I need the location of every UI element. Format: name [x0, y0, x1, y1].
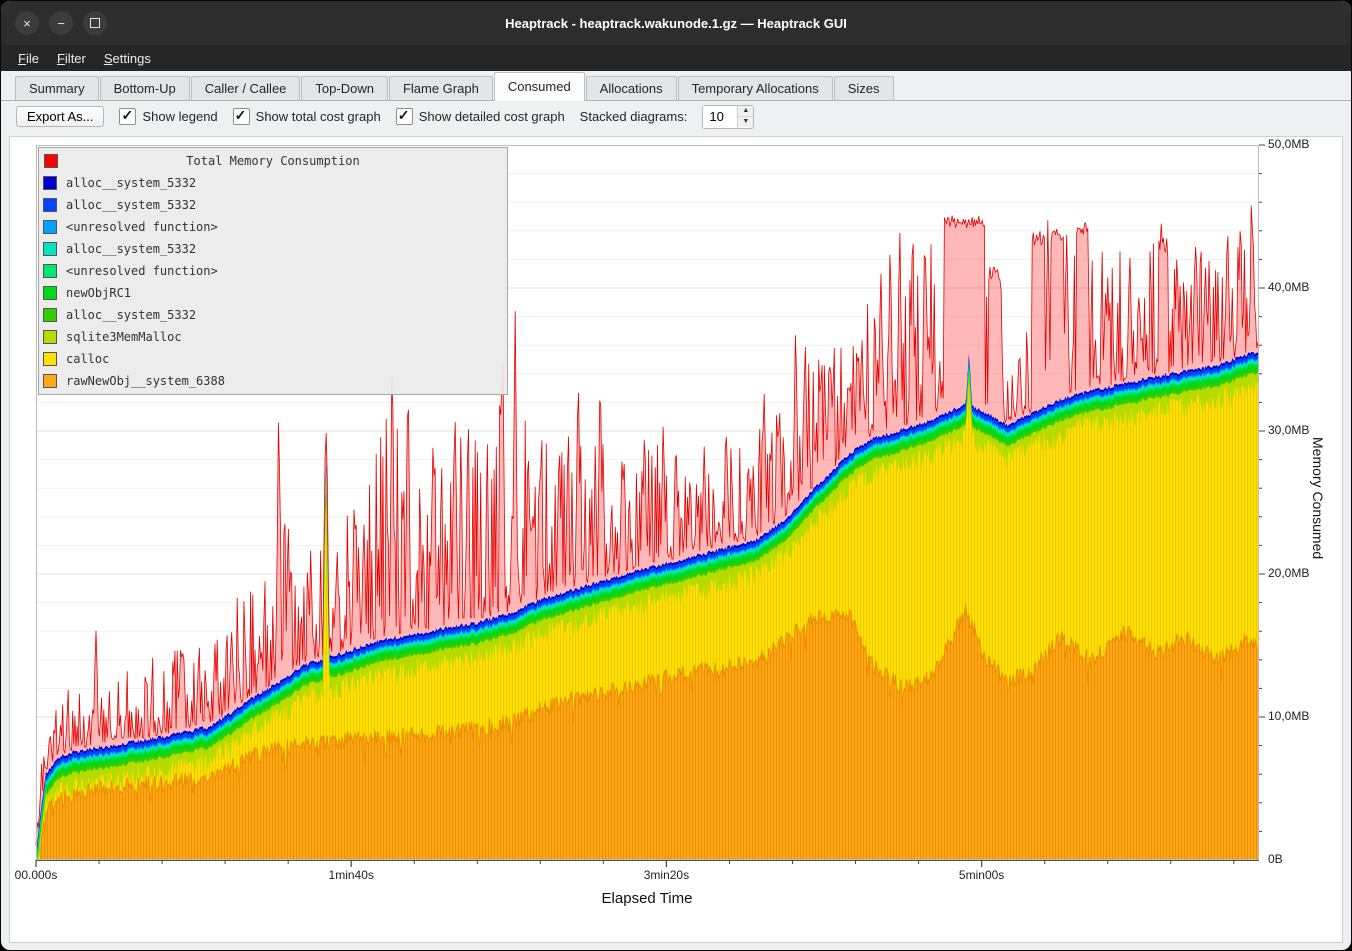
show-legend-label: Show legend: [142, 109, 217, 124]
export-as-button[interactable]: Export As...: [16, 106, 104, 127]
legend-swatch: [43, 330, 57, 344]
legend-item-label: alloc__system_5332: [66, 176, 196, 190]
legend-swatch: [43, 308, 57, 322]
legend-swatch: [43, 176, 57, 190]
checkbox-show-detailed-cost-graph[interactable]: Show detailed cost graph: [396, 108, 565, 125]
spin-down-icon[interactable]: ▼: [738, 117, 753, 127]
show-total-cost-checkbox-icon[interactable]: [233, 108, 250, 125]
legend-item: rawNewObj__system_6388: [43, 370, 503, 392]
menu-settings[interactable]: Settings: [95, 48, 160, 69]
y-axis-title: Memory Consumed: [1310, 437, 1326, 559]
menu-file[interactable]: File: [9, 48, 48, 69]
show-detailed-cost-checkbox-icon[interactable]: [396, 108, 413, 125]
legend-item-label: rawNewObj__system_6388: [66, 374, 225, 388]
legend-swatch: [43, 264, 57, 278]
legend-item: alloc__system_5332: [43, 238, 503, 260]
y-tick-label: 0B: [1268, 852, 1283, 866]
tab-summary[interactable]: Summary: [15, 76, 99, 100]
minimize-button[interactable]: −: [49, 11, 73, 35]
legend-swatch: [43, 286, 57, 300]
legend-item-label: alloc__system_5332: [66, 198, 196, 212]
legend-item-label: alloc__system_5332: [66, 242, 196, 256]
x-tick-label: 00.000s: [15, 868, 58, 882]
legend-swatch: [43, 198, 57, 212]
legend-item: alloc__system_5332: [43, 194, 503, 216]
tab-flame-graph[interactable]: Flame Graph: [389, 76, 493, 100]
legend-item-label: <unresolved function>: [66, 264, 218, 278]
legend-item: alloc__system_5332: [43, 172, 503, 194]
legend-swatch: [43, 242, 57, 256]
close-button[interactable]: ×: [15, 11, 39, 35]
tab-temporary-allocations[interactable]: Temporary Allocations: [678, 76, 833, 100]
maximize-icon: [90, 18, 100, 28]
legend-total-swatch: [44, 154, 58, 168]
legend-item-label: newObjRC1: [66, 286, 131, 300]
tab-consumed[interactable]: Consumed: [494, 72, 585, 101]
legend-item: alloc__system_5332: [43, 304, 503, 326]
legend-swatch: [43, 352, 57, 366]
titlebar: × − Heaptrack - heaptrack.wakunode.1.gz …: [1, 1, 1351, 45]
menubar: File Filter Settings: [1, 45, 1351, 71]
checkbox-show-legend[interactable]: Show legend: [119, 108, 217, 125]
x-tick-label: 1min40s: [329, 868, 374, 882]
legend-rows: alloc__system_5332 alloc__system_5332 <unr…: [43, 172, 503, 392]
tab-caller-callee[interactable]: Caller / Callee: [191, 76, 301, 100]
chart-container: Total Memory Consumption alloc__system_5…: [9, 136, 1343, 943]
x-tick-label: 5min00s: [959, 868, 1004, 882]
y-tick-label: 30,0MB: [1268, 423, 1309, 437]
tab-bottom-up[interactable]: Bottom-Up: [100, 76, 190, 100]
tabbar: Summary Bottom-Up Caller / Callee Top-Do…: [1, 71, 1351, 101]
legend-item-label: sqlite3MemMalloc: [66, 330, 182, 344]
legend-item-label: alloc__system_5332: [66, 308, 196, 322]
chart-page: Total Memory Consumption alloc__system_5…: [1, 132, 1351, 951]
legend-item: <unresolved function>: [43, 260, 503, 282]
y-tick-label: 50,0MB: [1268, 137, 1309, 151]
x-axis-title: Elapsed Time: [602, 890, 693, 907]
maximize-button[interactable]: [83, 11, 107, 35]
minimize-icon: −: [57, 16, 65, 31]
window-title: Heaptrack - heaptrack.wakunode.1.gz — He…: [1, 16, 1351, 31]
tab-sizes[interactable]: Sizes: [834, 76, 894, 100]
window-controls: × −: [15, 11, 107, 35]
legend-swatch: [43, 220, 57, 234]
spin-up-icon[interactable]: ▲: [738, 106, 753, 117]
legend-title: Total Memory Consumption: [186, 154, 359, 168]
stacked-diagrams-input[interactable]: [703, 106, 737, 128]
show-legend-checkbox-icon[interactable]: [119, 108, 136, 125]
menu-filter[interactable]: Filter: [48, 48, 95, 69]
heaptrack-window: × − Heaptrack - heaptrack.wakunode.1.gz …: [0, 0, 1352, 951]
legend-title-row: Total Memory Consumption: [43, 150, 503, 172]
legend-item-label: calloc: [66, 352, 109, 366]
legend-swatch: [43, 374, 57, 388]
legend-item: sqlite3MemMalloc: [43, 326, 503, 348]
y-tick-label: 10,0MB: [1268, 709, 1309, 723]
x-tick-label: 3min20s: [644, 868, 689, 882]
tab-allocations[interactable]: Allocations: [586, 76, 677, 100]
y-tick-label: 20,0MB: [1268, 566, 1309, 580]
legend: Total Memory Consumption alloc__system_5…: [38, 147, 508, 395]
checkbox-show-total-cost-graph[interactable]: Show total cost graph: [233, 108, 381, 125]
tab-top-down[interactable]: Top-Down: [301, 76, 388, 100]
stacked-diagrams-label: Stacked diagrams:: [580, 109, 688, 124]
show-total-cost-label: Show total cost graph: [256, 109, 381, 124]
legend-item: <unresolved function>: [43, 216, 503, 238]
legend-item: calloc: [43, 348, 503, 370]
close-icon: ×: [23, 16, 31, 31]
y-tick-label: 40,0MB: [1268, 280, 1309, 294]
spin-buttons: ▲ ▼: [737, 106, 753, 128]
legend-item: newObjRC1: [43, 282, 503, 304]
show-detailed-cost-label: Show detailed cost graph: [419, 109, 565, 124]
legend-item-label: <unresolved function>: [66, 220, 218, 234]
stacked-diagrams-spinbox[interactable]: ▲ ▼: [702, 105, 754, 129]
toolbar: Export As... Show legend Show total cost…: [1, 101, 1351, 132]
